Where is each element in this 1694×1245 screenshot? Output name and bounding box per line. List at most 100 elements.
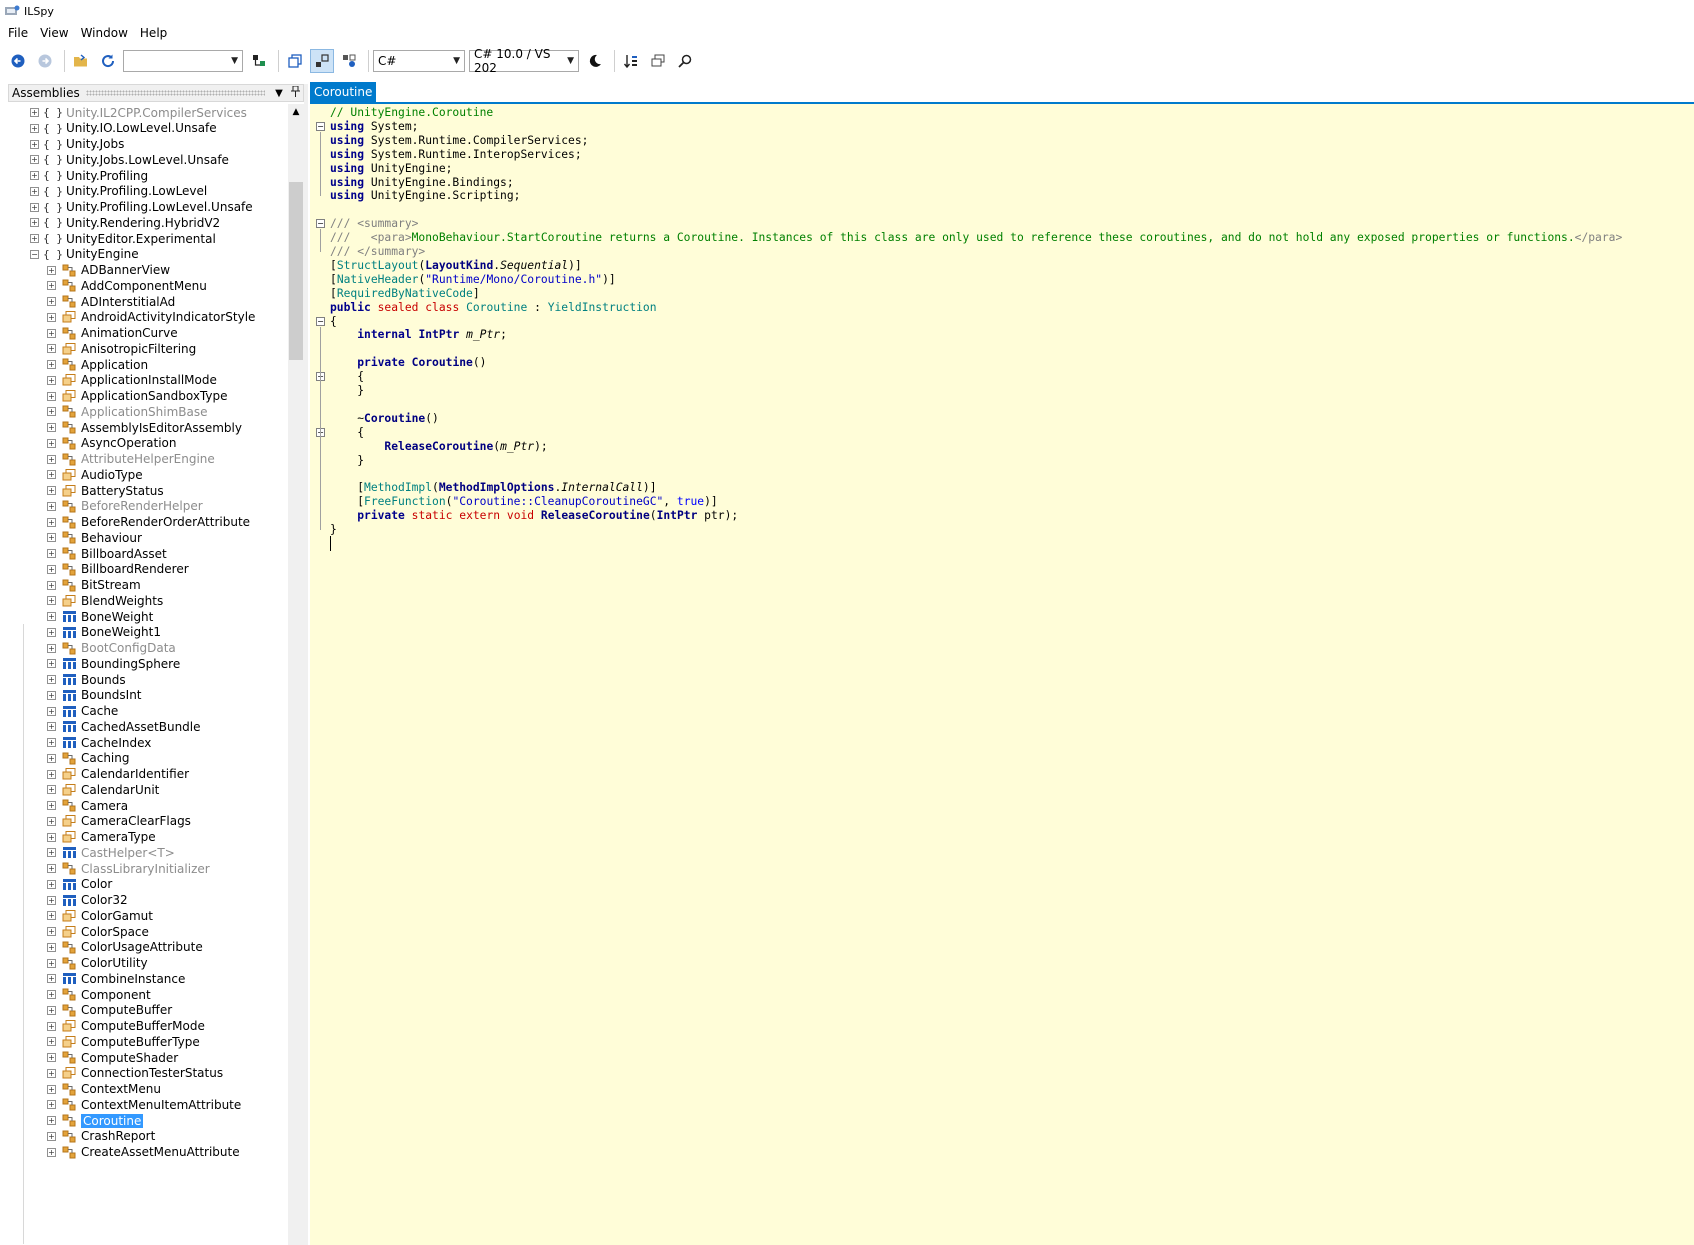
expand-toggle-icon[interactable]: +: [47, 848, 56, 858]
menu-view[interactable]: View: [34, 22, 74, 44]
expand-toggle-icon[interactable]: +: [47, 470, 56, 480]
windows-button[interactable]: [646, 49, 670, 73]
tree-item[interactable]: + CreateAssetMenuAttribute: [8, 1144, 288, 1161]
tree-item[interactable]: + AssemblyIsEditorAssembly: [8, 419, 288, 436]
tree-item[interactable]: + ContextMenuItemAttribute: [8, 1096, 288, 1113]
tree-item[interactable]: + { } Unity.Jobs.LowLevel.Unsafe: [8, 151, 288, 168]
tree-item[interactable]: + ContextMenu: [8, 1081, 288, 1098]
expand-toggle-icon[interactable]: +: [47, 801, 56, 810]
expand-toggle-icon[interactable]: +: [47, 454, 56, 464]
search-button[interactable]: [673, 49, 697, 73]
expand-toggle-icon[interactable]: +: [47, 738, 56, 747]
tree-item[interactable]: + AsyncOperation: [8, 435, 288, 452]
open-button[interactable]: [69, 49, 93, 73]
tree-item[interactable]: + BoundsInt: [8, 687, 288, 704]
tree-item[interactable]: + AttributeHelperEngine: [8, 451, 288, 468]
tree-item[interactable]: + Cache: [8, 703, 288, 720]
collapse-all-button[interactable]: [283, 49, 307, 73]
tree-item[interactable]: + ApplicationSandboxType: [8, 388, 288, 405]
tree-item[interactable]: + { } Unity.Profiling.LowLevel: [8, 183, 288, 200]
tree-item[interactable]: + AndroidActivityIndicatorStyle: [8, 309, 288, 326]
menu-window[interactable]: Window: [75, 22, 134, 44]
tree-item[interactable]: + Color32: [8, 892, 288, 909]
expand-toggle-icon[interactable]: +: [47, 659, 56, 669]
expand-toggle-icon[interactable]: +: [47, 1053, 56, 1062]
expand-toggle-icon[interactable]: +: [30, 218, 39, 228]
expand-toggle-icon[interactable]: +: [47, 612, 56, 621]
language-combo[interactable]: C# ▼: [373, 50, 465, 72]
expand-toggle-icon[interactable]: +: [47, 423, 56, 432]
tree-item[interactable]: + CalendarUnit: [8, 781, 288, 798]
expand-toggle-icon[interactable]: +: [30, 155, 39, 165]
scrollbar-thumb[interactable]: [289, 182, 303, 360]
expand-toggle-icon[interactable]: +: [47, 706, 56, 716]
tree-item[interactable]: + BatteryStatus: [8, 482, 288, 499]
tree-item[interactable]: + ComputeShader: [8, 1049, 288, 1066]
tree-item[interactable]: + ADInterstitialAd: [8, 293, 288, 310]
tree-item[interactable]: + CacheIndex: [8, 734, 288, 751]
tree-item[interactable]: + CombineInstance: [8, 970, 288, 987]
tree-item[interactable]: + Behaviour: [8, 529, 288, 546]
expand-toggle-icon[interactable]: +: [47, 281, 56, 291]
tree-item[interactable]: + BeforeRenderHelper: [8, 498, 288, 515]
tree-item[interactable]: + CameraType: [8, 829, 288, 846]
expand-toggle-icon[interactable]: +: [47, 722, 56, 732]
tree-item[interactable]: + Camera: [8, 797, 288, 814]
expand-toggle-icon[interactable]: +: [47, 486, 56, 495]
expand-toggle-icon[interactable]: +: [30, 202, 39, 212]
tree-item[interactable]: + AudioType: [8, 466, 288, 483]
back-button[interactable]: [6, 49, 30, 73]
expand-toggle-icon[interactable]: +: [47, 564, 56, 574]
tree-item[interactable]: + ColorGamut: [8, 907, 288, 924]
expand-toggle-icon[interactable]: +: [47, 328, 56, 338]
expand-toggle-icon[interactable]: +: [47, 643, 56, 653]
tree-item[interactable]: + BeforeRenderOrderAttribute: [8, 514, 288, 531]
expand-toggle-icon[interactable]: +: [47, 942, 56, 952]
expand-toggle-icon[interactable]: +: [47, 580, 56, 590]
tree-item[interactable]: + { } Unity.Profiling.LowLevel.Unsafe: [8, 199, 288, 216]
manage-assemblies-button[interactable]: [247, 49, 271, 73]
expand-toggle-icon[interactable]: +: [47, 1084, 56, 1094]
expand-toggle-icon[interactable]: +: [47, 895, 56, 905]
tab-coroutine[interactable]: Coroutine: [310, 82, 377, 102]
expand-toggle-icon[interactable]: +: [47, 312, 56, 322]
tree-item[interactable]: + ComputeBufferType: [8, 1033, 288, 1050]
expand-toggle-icon[interactable]: +: [47, 533, 56, 543]
tree-item[interactable]: + { } Unity.Rendering.HybridV2: [8, 214, 288, 231]
sort-button[interactable]: [619, 49, 643, 73]
pane-splitter[interactable]: [304, 84, 308, 1245]
expand-toggle-icon[interactable]: +: [30, 234, 39, 243]
tree-item[interactable]: + BitStream: [8, 577, 288, 594]
tree-item[interactable]: + BoneWeight: [8, 608, 288, 625]
expand-toggle-icon[interactable]: +: [47, 438, 56, 448]
expand-toggle-icon[interactable]: +: [47, 297, 56, 306]
expand-toggle-icon[interactable]: +: [30, 186, 39, 196]
expand-toggle-icon[interactable]: +: [30, 171, 39, 180]
expand-toggle-icon[interactable]: +: [47, 990, 56, 999]
tree-item[interactable]: + ComputeBuffer: [8, 1002, 288, 1019]
tree-item[interactable]: + ConnectionTesterStatus: [8, 1065, 288, 1082]
menu-file[interactable]: File: [2, 22, 34, 44]
expand-toggle-icon[interactable]: +: [47, 675, 56, 684]
expand-toggle-icon[interactable]: +: [47, 517, 56, 527]
tree-item[interactable]: + BillboardAsset: [8, 545, 288, 562]
tree-item[interactable]: + Component: [8, 986, 288, 1003]
tree-item[interactable]: + AnisotropicFiltering: [8, 340, 288, 357]
collapse-toggle-icon[interactable]: −: [30, 249, 39, 259]
tree-item[interactable]: + { } Unity.Jobs: [8, 136, 288, 153]
tree-item[interactable]: + CalendarIdentifier: [8, 766, 288, 783]
tree-item[interactable]: −{ } UnityEngine: [8, 246, 288, 263]
tree-item[interactable]: + Application: [8, 356, 288, 373]
expand-toggle-icon[interactable]: +: [47, 1100, 56, 1110]
expand-toggle-icon[interactable]: +: [47, 596, 56, 606]
scroll-up-arrow-icon[interactable]: ▲: [288, 104, 304, 120]
expand-toggle-icon[interactable]: +: [47, 1021, 56, 1031]
show-all-members-button[interactable]: [337, 49, 361, 73]
tree-item[interactable]: + ColorUtility: [8, 955, 288, 972]
expand-toggle-icon[interactable]: +: [47, 265, 56, 275]
expand-toggle-icon[interactable]: +: [47, 1116, 56, 1125]
expand-toggle-icon[interactable]: +: [47, 832, 56, 842]
expand-toggle-icon[interactable]: +: [47, 1068, 56, 1078]
fold-toggle-icon[interactable]: −: [316, 121, 325, 131]
expand-toggle-icon[interactable]: +: [47, 360, 56, 369]
